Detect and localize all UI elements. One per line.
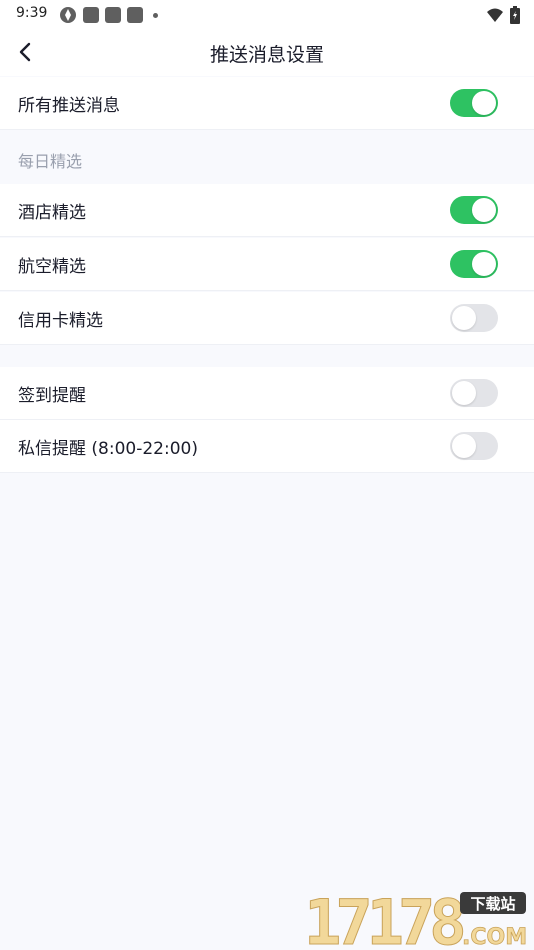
toggle-credit-card[interactable]: [450, 304, 498, 332]
toggle-knob: [472, 91, 496, 115]
toggle-knob: [472, 198, 496, 222]
more-notifications-dot-icon: [153, 12, 158, 18]
watermark-suffix: .COM: [462, 925, 527, 948]
setting-row-hotel: 酒店精选: [0, 184, 534, 237]
setting-row-checkin: 签到提醒: [0, 367, 534, 420]
toggle-all-push[interactable]: [450, 89, 498, 117]
system-icons: [486, 6, 520, 24]
setting-label: 所有推送消息: [18, 96, 120, 116]
toggle-knob: [452, 434, 476, 458]
wifi-icon: [487, 8, 503, 22]
setting-label: 航空精选: [18, 257, 86, 277]
aperture-icon: [60, 7, 76, 23]
notification-icons: [59, 6, 158, 24]
setting-label: 私信提醒 (8:00-22:00): [18, 439, 198, 459]
status-time: 9:39: [16, 5, 48, 21]
toggle-flight[interactable]: [450, 250, 498, 278]
setting-row-all-push: 所有推送消息: [0, 77, 534, 130]
toggle-checkin[interactable]: [450, 379, 498, 407]
setting-label: 信用卡精选: [18, 311, 103, 331]
status-bar: 9:39: [0, 0, 534, 28]
setting-row-flight: 航空精选: [0, 238, 534, 291]
toggle-knob: [472, 252, 496, 276]
setting-row-private-message: 私信提醒 (8:00-22:00): [0, 420, 534, 473]
app-notification-icon: [105, 7, 121, 23]
setting-label: 签到提醒: [18, 386, 86, 406]
toggle-private-message[interactable]: [450, 432, 498, 460]
toggle-hotel[interactable]: [450, 196, 498, 224]
page-title: 推送消息设置: [209, 44, 324, 66]
watermark-number: 17178: [304, 890, 463, 948]
battery-icon: [510, 6, 520, 24]
app-notification-icon: [127, 7, 143, 23]
app-notification-icon: [83, 7, 99, 23]
section-header-daily: 每日精选: [18, 152, 83, 171]
setting-label: 酒店精选: [18, 203, 86, 223]
app-header: 推送消息设置: [0, 28, 534, 76]
site-watermark-logo: 17178 下载站 .COM: [304, 890, 528, 948]
setting-row-credit-card: 信用卡精选: [0, 292, 534, 345]
watermark-badge: 下载站: [470, 895, 515, 913]
toggle-knob: [452, 306, 476, 330]
toggle-knob: [452, 381, 476, 405]
